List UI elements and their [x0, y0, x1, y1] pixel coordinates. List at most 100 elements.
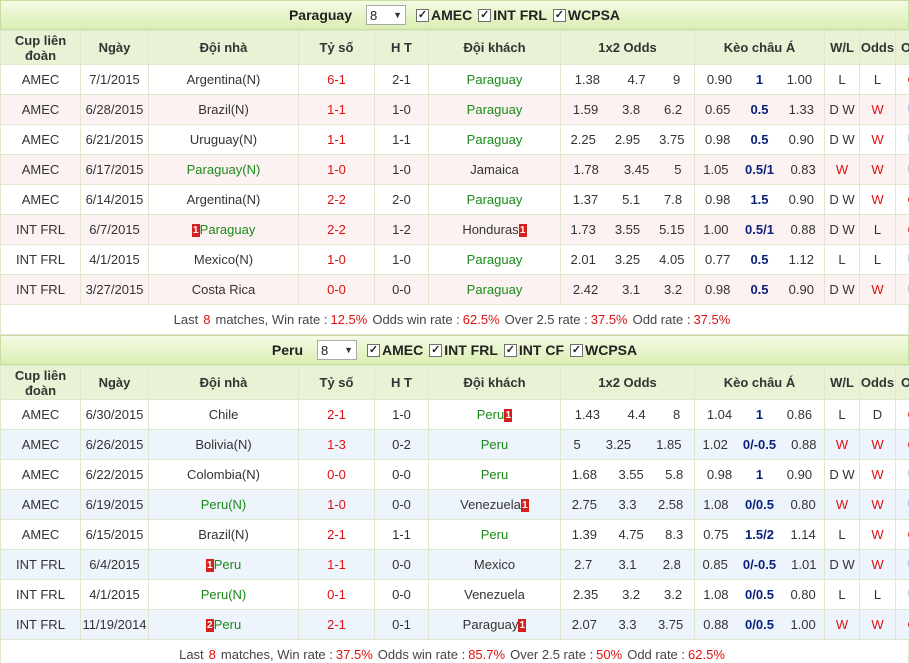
table-row[interactable]: INT FRL 4/1/2015 Peru(N) 0-1 0-0 Venezuela 2.3…	[0, 579, 909, 610]
over-under-cell: O	[895, 429, 909, 460]
match-count-select[interactable]: 8 ▼	[317, 340, 357, 360]
column-header-away[interactable]: Đội khách	[428, 365, 561, 400]
home-team-cell[interactable]: Argentina(N)	[148, 184, 299, 215]
score-cell[interactable]: 0-1	[298, 579, 375, 610]
table-row[interactable]: INT FRL 3/27/2015 Costa Rica 0-0 0-0 Paraguay…	[0, 274, 909, 305]
column-header-wl[interactable]: W/L	[824, 365, 860, 400]
column-header-asian[interactable]: Kèo châu Á	[694, 365, 825, 400]
score-cell[interactable]: 2-1	[298, 399, 375, 430]
filter-checkbox[interactable]: ✓ AMEC	[367, 342, 423, 358]
away-team-cell[interactable]: Honduras1	[428, 214, 561, 245]
column-header-cup[interactable]: Cup liên đoàn	[0, 365, 81, 400]
home-team-cell[interactable]: Paraguay(N)	[148, 154, 299, 185]
home-team-cell[interactable]: Peru(N)	[148, 489, 299, 520]
away-team-cell[interactable]: Paraguay1	[428, 609, 561, 640]
column-header-odds_1x2[interactable]: 1x2 Odds	[560, 365, 695, 400]
odds-value-ox: 3.2	[622, 587, 641, 602]
away-team-cell[interactable]: Mexico	[428, 549, 561, 580]
table-row[interactable]: AMEC 6/21/2015 Uruguay(N) 1-1 1-1 Paraguay 2.2…	[0, 124, 909, 155]
column-header-cup[interactable]: Cup liên đoàn	[0, 30, 81, 65]
table-row[interactable]: AMEC 6/30/2015 Chile 2-1 1-0 Peru1 1.43 4.4 8 1.0…	[0, 399, 909, 430]
column-header-ht[interactable]: H T	[374, 30, 429, 65]
table-row[interactable]: INT FRL 11/19/2014 2Peru 2-1 0-1 Paraguay1 2.0…	[0, 609, 909, 640]
table-row[interactable]: AMEC 6/15/2015 Brazil(N) 2-1 1-1 Peru 1.39 4.75…	[0, 519, 909, 550]
table-row[interactable]: AMEC 6/22/2015 Colombia(N) 0-0 0-0 Peru 1.68 3.…	[0, 459, 909, 490]
column-header-ou[interactable]: O/U	[895, 30, 909, 65]
away-team-cell[interactable]: Jamaica	[428, 154, 561, 185]
score-cell[interactable]: 6-1	[298, 64, 375, 95]
table-row[interactable]: AMEC 6/17/2015 Paraguay(N) 1-0 1-0 Jamaica 1.7…	[0, 154, 909, 185]
win-loss-cell: W	[824, 429, 860, 460]
away-team-cell[interactable]: Peru	[428, 429, 561, 460]
score-cell[interactable]: 2-2	[298, 214, 375, 245]
column-header-score[interactable]: Tỷ số	[298, 30, 375, 65]
score-cell[interactable]: 1-1	[298, 94, 375, 125]
column-header-date[interactable]: Ngày	[80, 365, 149, 400]
column-header-asian[interactable]: Kèo châu Á	[694, 30, 825, 65]
score-cell[interactable]: 0-0	[298, 459, 375, 490]
home-team-cell[interactable]: Brazil(N)	[148, 519, 299, 550]
table-row[interactable]: AMEC 6/28/2015 Brazil(N) 1-1 1-0 Paraguay 1.59…	[0, 94, 909, 125]
home-team-cell[interactable]: Argentina(N)	[148, 64, 299, 95]
away-team-cell[interactable]: Paraguay	[428, 274, 561, 305]
away-team-cell[interactable]: Paraguay	[428, 244, 561, 275]
filter-checkbox[interactable]: ✓ WCPSA	[570, 342, 637, 358]
column-header-odds[interactable]: Odds	[859, 30, 896, 65]
away-team-cell[interactable]: Paraguay	[428, 94, 561, 125]
home-team-cell[interactable]: Colombia(N)	[148, 459, 299, 490]
away-team-cell[interactable]: Paraguay	[428, 64, 561, 95]
table-row[interactable]: AMEC 7/1/2015 Argentina(N) 6-1 2-1 Paraguay 1.…	[0, 64, 909, 95]
column-header-home[interactable]: Đội nhà	[148, 365, 299, 400]
home-team-cell[interactable]: 1Peru	[148, 549, 299, 580]
home-team-cell[interactable]: 2Peru	[148, 609, 299, 640]
filter-checkbox[interactable]: ✓ INT FRL	[429, 342, 498, 358]
away-team-cell[interactable]: Peru1	[428, 399, 561, 430]
score-cell[interactable]: 0-0	[298, 274, 375, 305]
filter-checkbox[interactable]: ✓ INT CF	[503, 342, 564, 358]
home-team-cell[interactable]: Bolivia(N)	[148, 429, 299, 460]
score-cell[interactable]: 1-0	[298, 489, 375, 520]
column-header-date[interactable]: Ngày	[80, 30, 149, 65]
score-cell[interactable]: 1-3	[298, 429, 375, 460]
score-cell[interactable]: 1-0	[298, 244, 375, 275]
away-team-cell[interactable]: Paraguay	[428, 124, 561, 155]
column-header-odds_1x2[interactable]: 1x2 Odds	[560, 30, 695, 65]
away-team-cell[interactable]: Peru	[428, 459, 561, 490]
home-team-cell[interactable]: Brazil(N)	[148, 94, 299, 125]
column-header-score[interactable]: Tỷ số	[298, 365, 375, 400]
column-header-wl[interactable]: W/L	[824, 30, 860, 65]
score-cell[interactable]: 2-1	[298, 519, 375, 550]
away-team-cell[interactable]: Venezuela	[428, 579, 561, 610]
filter-checkbox[interactable]: ✓ INT FRL	[478, 7, 547, 23]
table-row[interactable]: AMEC 6/19/2015 Peru(N) 1-0 0-0 Venezuela1 2.75…	[0, 489, 909, 520]
table-row[interactable]: INT FRL 6/4/2015 1Peru 1-1 0-0 Mexico 2.7 3.1 2.…	[0, 549, 909, 580]
column-header-odds[interactable]: Odds	[859, 365, 896, 400]
filter-checkbox[interactable]: ✓ AMEC	[416, 7, 472, 23]
score-cell[interactable]: 2-1	[298, 609, 375, 640]
table-row[interactable]: INT FRL 6/7/2015 1Paraguay 2-2 1-2 Honduras1 1…	[0, 214, 909, 245]
home-team-cell[interactable]: Chile	[148, 399, 299, 430]
table-row[interactable]: INT FRL 4/1/2015 Mexico(N) 1-0 1-0 Paraguay 2.…	[0, 244, 909, 275]
table-row[interactable]: AMEC 6/26/2015 Bolivia(N) 1-3 0-2 Peru 5 3.25 1.…	[0, 429, 909, 460]
column-header-ht[interactable]: H T	[374, 365, 429, 400]
home-team-cell[interactable]: 1Paraguay	[148, 214, 299, 245]
score-cell[interactable]: 1-1	[298, 549, 375, 580]
column-header-ou[interactable]: O/U	[895, 365, 909, 400]
away-team-cell[interactable]: Venezuela1	[428, 489, 561, 520]
column-header-home[interactable]: Đội nhà	[148, 30, 299, 65]
home-team-cell[interactable]: Uruguay(N)	[148, 124, 299, 155]
odds-value-o1: 1.43	[574, 407, 601, 422]
filter-label: WCPSA	[567, 7, 621, 23]
home-team-cell[interactable]: Peru(N)	[148, 579, 299, 610]
home-team-cell[interactable]: Costa Rica	[148, 274, 299, 305]
away-team-cell[interactable]: Peru	[428, 519, 561, 550]
filter-checkbox[interactable]: ✓ WCPSA	[552, 7, 621, 23]
away-team-cell[interactable]: Paraguay	[428, 184, 561, 215]
table-row[interactable]: AMEC 6/14/2015 Argentina(N) 2-2 2-0 Paraguay 1…	[0, 184, 909, 215]
match-count-select[interactable]: 8 ▼	[366, 5, 407, 25]
score-cell[interactable]: 1-0	[298, 154, 375, 185]
score-cell[interactable]: 2-2	[298, 184, 375, 215]
score-cell[interactable]: 1-1	[298, 124, 375, 155]
home-team-cell[interactable]: Mexico(N)	[148, 244, 299, 275]
column-header-away[interactable]: Đội khách	[428, 30, 561, 65]
